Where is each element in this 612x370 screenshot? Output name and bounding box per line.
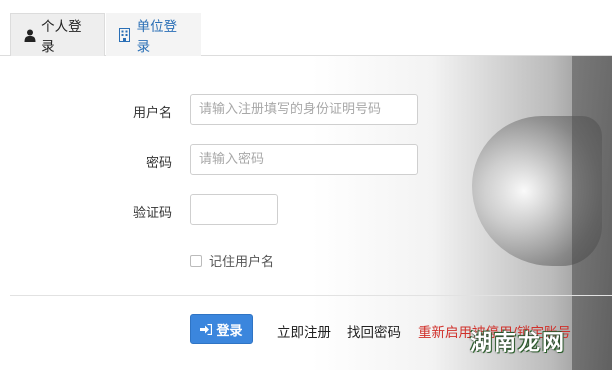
- tab-organization-login[interactable]: 单位登录: [106, 13, 201, 56]
- captcha-input[interactable]: [190, 194, 278, 225]
- username-row: 用户名: [10, 94, 612, 126]
- password-input[interactable]: [190, 144, 418, 175]
- remember-checkbox[interactable]: [190, 254, 202, 267]
- divider: [10, 295, 612, 296]
- building-icon: [118, 27, 132, 42]
- remember-username[interactable]: 记住用户名: [190, 251, 274, 270]
- user-icon: [23, 28, 36, 42]
- login-button-label: 登录: [216, 323, 243, 339]
- password-label: 密码: [145, 156, 172, 171]
- remember-label: 记住用户名: [209, 255, 275, 270]
- tab-personal-login[interactable]: 个人登录: [10, 13, 105, 56]
- tab-organization-label: 单位登录: [136, 18, 178, 55]
- login-button[interactable]: 登录: [190, 314, 253, 344]
- login-tabbar: 个人登录 单位登录: [0, 0, 612, 56]
- site-watermark: 湖南龙网: [470, 331, 567, 356]
- captcha-label: 验证码: [132, 206, 172, 221]
- register-link[interactable]: 立即注册: [277, 321, 331, 341]
- login-panel: 用户名 密码 验证码 记住用户名 登录 立即注册 找回密码 重新启用被停用/锁定…: [10, 56, 612, 370]
- tab-personal-label: 个人登录: [41, 19, 82, 55]
- password-row: 密码: [10, 144, 612, 176]
- sign-in-icon: [200, 323, 213, 335]
- username-label: 用户名: [132, 106, 172, 121]
- recover-password-link[interactable]: 找回密码: [347, 321, 401, 341]
- captcha-row: 验证码: [10, 194, 612, 226]
- username-input[interactable]: [190, 94, 418, 125]
